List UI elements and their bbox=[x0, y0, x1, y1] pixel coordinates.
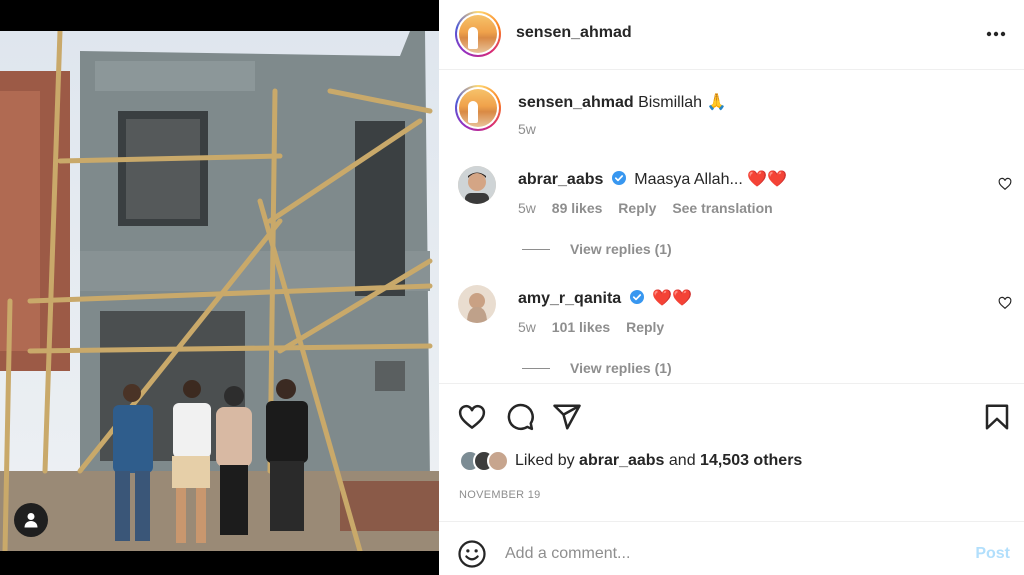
user-icon bbox=[24, 513, 38, 528]
caption-avatar[interactable] bbox=[455, 85, 501, 131]
comment-username[interactable]: abrar_aabs bbox=[518, 171, 603, 188]
author-avatar[interactable] bbox=[455, 11, 501, 57]
share-icon[interactable] bbox=[552, 402, 582, 432]
replies-divider bbox=[522, 367, 550, 369]
verified-badge-icon bbox=[629, 290, 644, 304]
view-replies-label: View replies (1) bbox=[570, 241, 672, 257]
author-username[interactable]: sensen_ahmad bbox=[516, 24, 632, 42]
comment-time[interactable]: 5w bbox=[518, 200, 536, 216]
likes-and: and bbox=[668, 452, 696, 469]
post-photo bbox=[0, 31, 439, 551]
likes-others[interactable]: 14,503 others bbox=[700, 452, 802, 469]
post-side-panel: sensen_ahmad sensen_ahmad Bismillah 🙏 5w bbox=[439, 0, 1024, 575]
comment-like-heart-icon[interactable] bbox=[998, 177, 1012, 191]
tagged-users-button[interactable] bbox=[14, 503, 48, 537]
comment-meta: 5w 101 likes Reply bbox=[518, 319, 676, 335]
comment-hearts: ❤️❤️ bbox=[747, 171, 788, 188]
comment-meta: 5w 89 likes Reply See translation bbox=[518, 200, 785, 216]
comment-avatar[interactable] bbox=[458, 166, 496, 204]
view-replies-button[interactable]: View replies (1) bbox=[522, 241, 672, 257]
view-replies-button[interactable]: View replies (1) bbox=[522, 360, 672, 376]
see-translation-button[interactable]: See translation bbox=[672, 200, 772, 216]
likes-prefix: Liked by bbox=[515, 452, 575, 469]
add-comment-input[interactable] bbox=[505, 537, 925, 571]
replies-divider bbox=[522, 248, 550, 250]
post-media[interactable] bbox=[0, 0, 439, 575]
post-comment-button[interactable]: Post bbox=[975, 545, 1010, 563]
comment-body: abrar_aabs Maasya Allah... ❤️❤️ bbox=[518, 169, 787, 189]
liker-avatar[interactable] bbox=[487, 450, 509, 472]
post-date[interactable]: NOVEMBER 19 bbox=[459, 489, 541, 501]
caption-emoji: 🙏 bbox=[706, 94, 727, 111]
liker-username[interactable]: abrar_aabs bbox=[579, 452, 664, 469]
comment-avatar[interactable] bbox=[458, 285, 496, 323]
caption-text: Bismillah bbox=[638, 94, 703, 111]
likes-text: Liked by abrar_aabs and 14,503 others bbox=[515, 452, 802, 470]
post-header: sensen_ahmad bbox=[439, 0, 1024, 70]
more-options-icon[interactable] bbox=[984, 22, 1008, 46]
reply-button[interactable]: Reply bbox=[626, 319, 664, 335]
caption-username[interactable]: sensen_ahmad bbox=[518, 94, 634, 111]
comment-icon[interactable] bbox=[505, 402, 535, 432]
save-bookmark-icon[interactable] bbox=[982, 402, 1012, 432]
comment-username[interactable]: amy_r_qanita bbox=[518, 290, 621, 307]
comments-list[interactable]: sensen_ahmad Bismillah 🙏 5w abrar_aabs M… bbox=[439, 71, 1024, 383]
verified-badge-icon bbox=[611, 171, 626, 185]
comment-time[interactable]: 5w bbox=[518, 319, 536, 335]
view-replies-label: View replies (1) bbox=[570, 360, 672, 376]
caption: sensen_ahmad Bismillah 🙏 bbox=[518, 92, 726, 112]
reply-button[interactable]: Reply bbox=[618, 200, 656, 216]
comment-hearts: ❤️❤️ bbox=[652, 290, 692, 307]
caption-meta: 5w bbox=[518, 121, 548, 137]
emoji-icon[interactable] bbox=[457, 539, 487, 569]
likes-summary: Liked by abrar_aabs and 14,503 others bbox=[459, 450, 802, 472]
comment-text: Maasya Allah... bbox=[634, 171, 743, 188]
like-heart-icon[interactable] bbox=[457, 402, 487, 432]
comment-likes[interactable]: 89 likes bbox=[552, 200, 603, 216]
post-actions: Liked by abrar_aabs and 14,503 others NO… bbox=[439, 383, 1024, 521]
comment-likes[interactable]: 101 likes bbox=[552, 319, 610, 335]
comment-like-heart-icon[interactable] bbox=[998, 296, 1012, 310]
comment-body: amy_r_qanita ❤️❤️ bbox=[518, 288, 692, 308]
comment-composer: Post bbox=[439, 521, 1024, 575]
caption-time[interactable]: 5w bbox=[518, 121, 536, 137]
